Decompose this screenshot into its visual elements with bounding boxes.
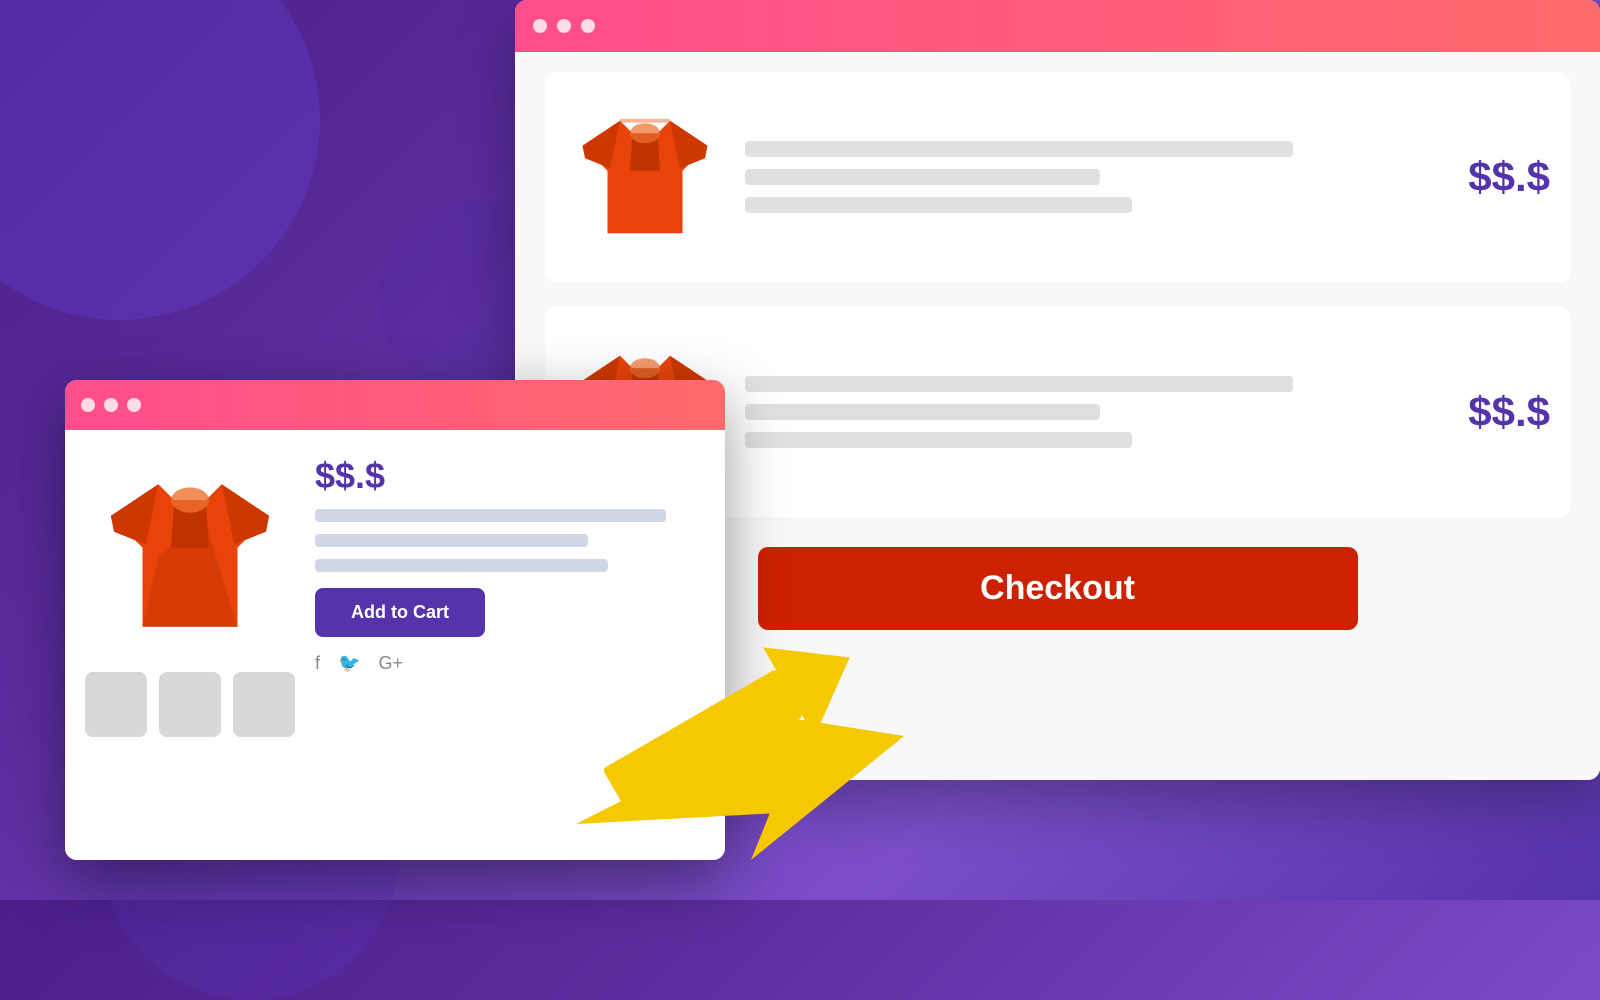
tshirt-icon-main — [95, 463, 285, 648]
text-line-1-1 — [745, 141, 1293, 157]
text-line-1-2 — [745, 169, 1100, 185]
add-to-cart-button[interactable]: Add to Cart — [315, 588, 485, 637]
arrow-container — [540, 600, 920, 860]
bg-shape-1 — [0, 0, 320, 320]
front-dot-2 — [104, 398, 118, 412]
twitter-icon[interactable]: 🐦 — [338, 653, 360, 674]
front-dot-3 — [127, 398, 141, 412]
product-price-1: $$.$ — [1410, 153, 1550, 201]
titlebar-back — [515, 0, 1600, 52]
facebook-icon[interactable]: f — [315, 653, 320, 674]
detail-line-1 — [315, 509, 666, 522]
product-image-area — [85, 450, 295, 840]
window-dot-2 — [557, 19, 571, 33]
thumbnail-3[interactable] — [233, 672, 295, 737]
detail-line-2 — [315, 534, 588, 547]
thumbnail-1[interactable] — [85, 672, 147, 737]
product-image-1 — [565, 97, 725, 257]
text-line-2-3 — [745, 432, 1132, 448]
front-dot-1 — [81, 398, 95, 412]
main-product-image — [85, 450, 295, 660]
text-line-2-2 — [745, 404, 1100, 420]
text-line-1-3 — [745, 197, 1132, 213]
product-text-lines-1 — [745, 141, 1390, 213]
product-price-2: $$.$ — [1410, 388, 1550, 436]
text-line-2-1 — [745, 376, 1293, 392]
product-row-1: $$.$ — [545, 72, 1570, 282]
thumbnail-2[interactable] — [159, 672, 221, 737]
window-dot-1 — [533, 19, 547, 33]
window-dot-3 — [581, 19, 595, 33]
thumbnail-row — [85, 672, 295, 737]
tshirt-icon-1 — [570, 102, 720, 252]
yellow-arrow — [540, 600, 920, 860]
detail-line-3 — [315, 559, 608, 572]
detail-price: $$.$ — [315, 455, 705, 497]
googleplus-icon[interactable]: G+ — [378, 653, 403, 674]
product-text-lines-2 — [745, 376, 1390, 448]
titlebar-front — [65, 380, 725, 430]
